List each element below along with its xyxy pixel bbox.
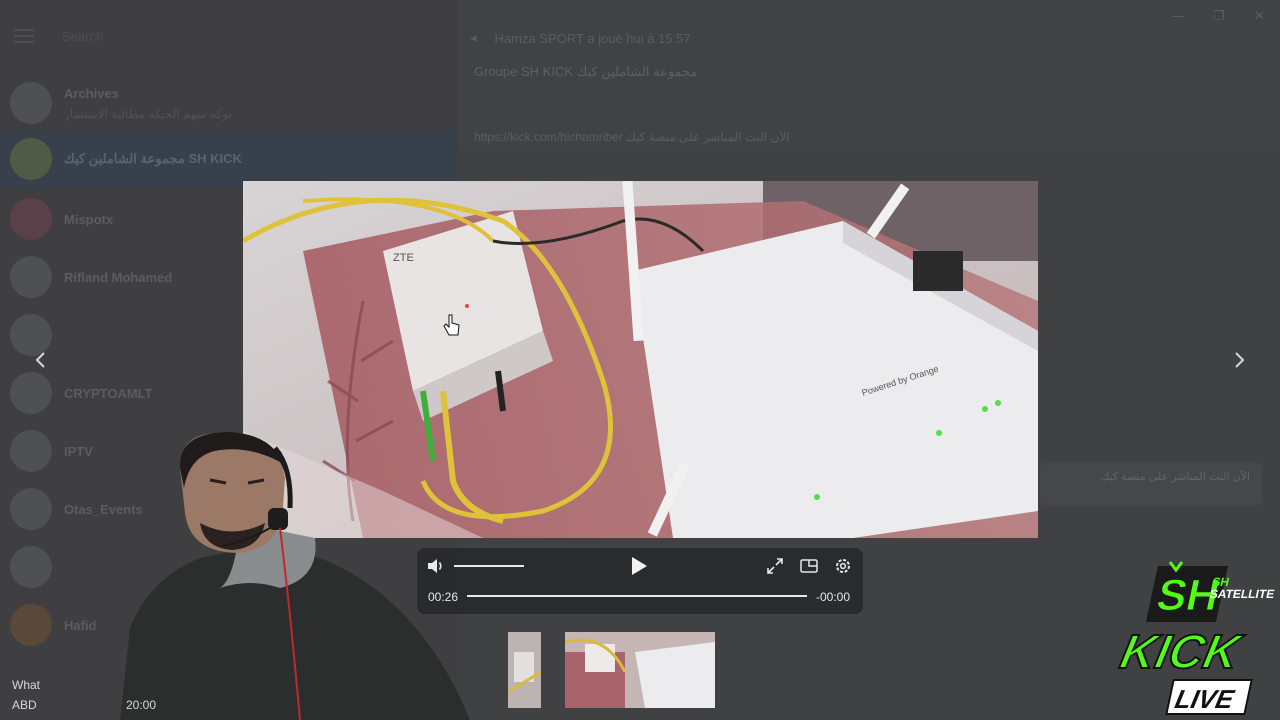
- play-button[interactable]: [627, 554, 651, 578]
- media-thumbnails: [508, 632, 715, 708]
- mouse-cursor-icon: [443, 314, 460, 336]
- fullscreen-icon[interactable]: [764, 556, 786, 576]
- next-arrow-icon[interactable]: [1228, 346, 1252, 374]
- previous-arrow-icon[interactable]: [28, 346, 52, 374]
- brand-main: KICK: [1116, 625, 1247, 678]
- sh-kick-live-logo: SH SH SATELLITE KICK LIVE: [1115, 556, 1280, 720]
- taskbar-label: What: [12, 678, 41, 692]
- seek-bar[interactable]: [467, 595, 807, 597]
- picture-in-picture-icon[interactable]: [798, 556, 820, 576]
- thumbnail-selected[interactable]: [565, 632, 715, 708]
- webcam-overlay: [120, 428, 472, 720]
- taskbar-label: ABD: [12, 698, 37, 712]
- taskbar-time: 20:00: [126, 698, 157, 712]
- svg-text:ZTE: ZTE: [393, 252, 414, 264]
- brand-live: LIVE: [1172, 684, 1238, 714]
- streamer-webcam: [120, 432, 470, 720]
- brand-sub: SATELLITE: [1208, 587, 1275, 601]
- remaining-time: -00:00: [816, 590, 851, 604]
- video-controls: 00:26 -00:00: [417, 548, 863, 614]
- kick-logo: SH SH SATELLITE KICK LIVE: [1115, 561, 1276, 715]
- settings-gear-icon[interactable]: [832, 556, 854, 576]
- thumbnail[interactable]: [508, 632, 541, 708]
